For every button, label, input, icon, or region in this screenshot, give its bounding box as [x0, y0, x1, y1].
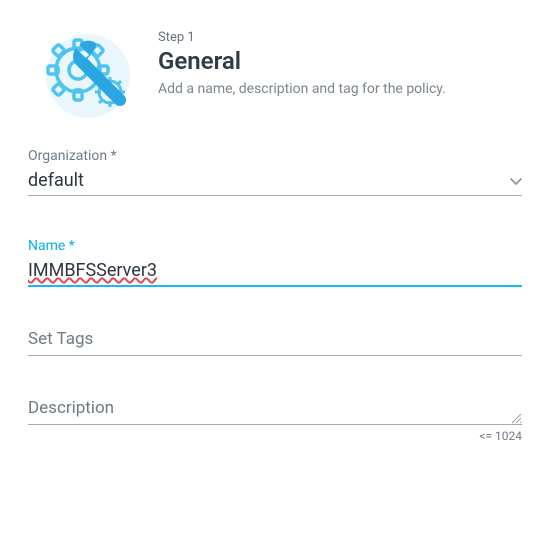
- page-title: General: [158, 47, 446, 75]
- name-input[interactable]: IMMBFSServer3: [28, 260, 522, 281]
- wizard-header: Step 1 General Add a name, description a…: [28, 24, 522, 118]
- wizard-header-text: Step 1 General Add a name, description a…: [148, 24, 446, 97]
- tags-field[interactable]: Set Tags: [28, 329, 522, 356]
- organization-value: default: [28, 170, 502, 191]
- name-label: Name *: [28, 238, 522, 254]
- name-field[interactable]: Name * IMMBFSServer3: [28, 238, 522, 287]
- step-label: Step 1: [158, 30, 446, 45]
- description-field[interactable]: Description <= 1024: [28, 398, 522, 443]
- organization-label: Organization *: [28, 148, 522, 164]
- description-hint: <= 1024: [28, 429, 522, 443]
- resize-handle-icon[interactable]: [510, 412, 522, 424]
- field-underline: [28, 424, 522, 425]
- field-underline: [28, 285, 522, 287]
- tags-label: Set Tags: [28, 329, 522, 355]
- wizard-icon-container: [28, 24, 148, 118]
- field-underline: [28, 195, 522, 196]
- chevron-down-icon[interactable]: [502, 172, 522, 190]
- gears-wrench-icon: [36, 28, 141, 118]
- field-underline: [28, 355, 522, 356]
- description-label: Description: [28, 398, 510, 424]
- organization-field[interactable]: Organization * default: [28, 148, 522, 196]
- page-subtitle: Add a name, description and tag for the …: [158, 81, 446, 97]
